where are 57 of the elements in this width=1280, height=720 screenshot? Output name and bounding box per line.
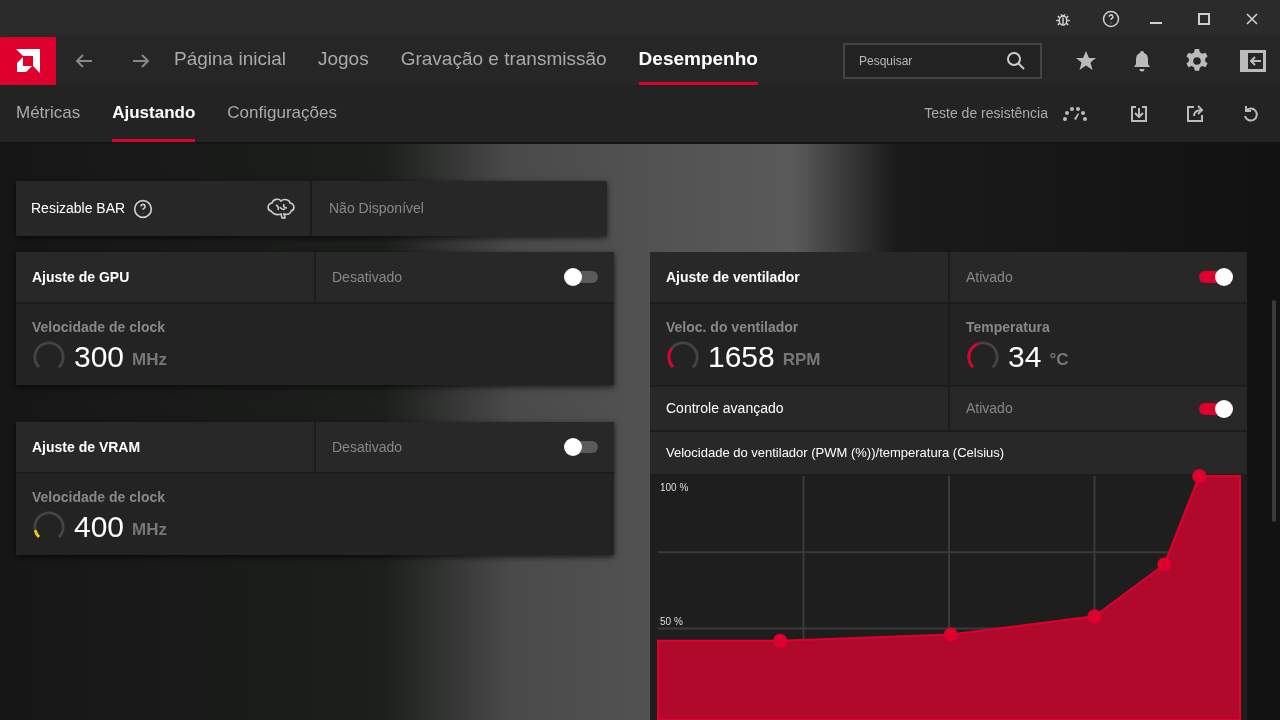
metric-label: Veloc. do ventilador [666, 318, 800, 337]
speedometer-icon[interactable] [1062, 105, 1088, 122]
toggle-state-label: Ativado [966, 267, 1013, 287]
toggle-switch[interactable] [566, 271, 598, 283]
curve-point-handle[interactable] [773, 633, 788, 648]
toggle-switch[interactable] [1199, 271, 1231, 283]
import-icon[interactable] [1130, 104, 1148, 123]
nav-tab[interactable]: Métricas [16, 85, 81, 142]
toggle-state-label: Desativado [332, 267, 403, 287]
search-field[interactable]: Pesquisar [843, 43, 1042, 80]
search-icon [1006, 51, 1026, 72]
metric-unit: MHz [132, 520, 167, 538]
toggle-state-label: Ativado [966, 399, 1013, 418]
logo-icon [16, 49, 40, 74]
close-icon[interactable] [1246, 12, 1258, 25]
help-icon[interactable] [1102, 9, 1120, 28]
curve-point-handle[interactable] [1192, 469, 1207, 483]
metric-value: 1658 [708, 342, 775, 372]
metric-unit: °C [1049, 350, 1069, 368]
maximize-icon[interactable] [1198, 12, 1210, 25]
help-icon[interactable] [133, 198, 154, 219]
search-input[interactable]: Pesquisar [859, 52, 1006, 71]
y-axis-label: 100 % [660, 481, 689, 495]
section-title: Controle avançado [666, 399, 784, 418]
y-axis-label: 50 % [660, 614, 683, 629]
resizable-bar-status: Não Disponível [329, 199, 424, 218]
nav-tab[interactable]: Ajustando [112, 85, 196, 142]
toggle-state-label: Desativado [332, 437, 403, 457]
curve-point-handle[interactable] [1157, 557, 1172, 572]
nav-tab[interactable]: Gravação e transmissão [400, 37, 607, 86]
stress-test-label[interactable]: Teste de resistência [924, 103, 1048, 125]
curve-point-handle[interactable] [1087, 609, 1102, 624]
metric-value: 300 [74, 342, 125, 372]
section-title: Ajuste de GPU [32, 267, 130, 287]
metric-unit: MHz [132, 350, 167, 368]
toggle-switch[interactable] [1199, 402, 1231, 415]
metric-unit: RPM [782, 350, 821, 368]
scrollbar-thumb[interactable] [1272, 300, 1276, 522]
brain-icon [266, 196, 296, 221]
reset-icon[interactable] [1242, 104, 1260, 123]
curve-point-handle[interactable] [943, 627, 958, 642]
panel-exit-icon[interactable] [1240, 50, 1266, 73]
section-title: Ajuste de VRAM [32, 437, 141, 457]
metric-value: 400 [74, 512, 125, 542]
export-icon[interactable] [1186, 104, 1204, 123]
metric-value: 34 [1008, 342, 1042, 372]
chart-title: Velocidade do ventilador (PWM (%))/temperatura (Celsius) [666, 444, 1005, 463]
toggle-switch[interactable] [566, 441, 598, 453]
metric-label: Velocidade de clock [32, 318, 167, 337]
nav-tab[interactable]: Jogos [317, 37, 369, 86]
nav-tab[interactable]: Página inicial [174, 37, 286, 86]
metric-label: Velocidade de clock [32, 488, 167, 507]
nav-tab[interactable]: Configurações [227, 85, 337, 142]
section-title: Ajuste de ventilador [666, 267, 800, 287]
app-logo[interactable] [0, 37, 56, 86]
metric-label: Temperatura [966, 318, 1051, 337]
resizable-bar-label: Resizable BAR [31, 199, 126, 218]
